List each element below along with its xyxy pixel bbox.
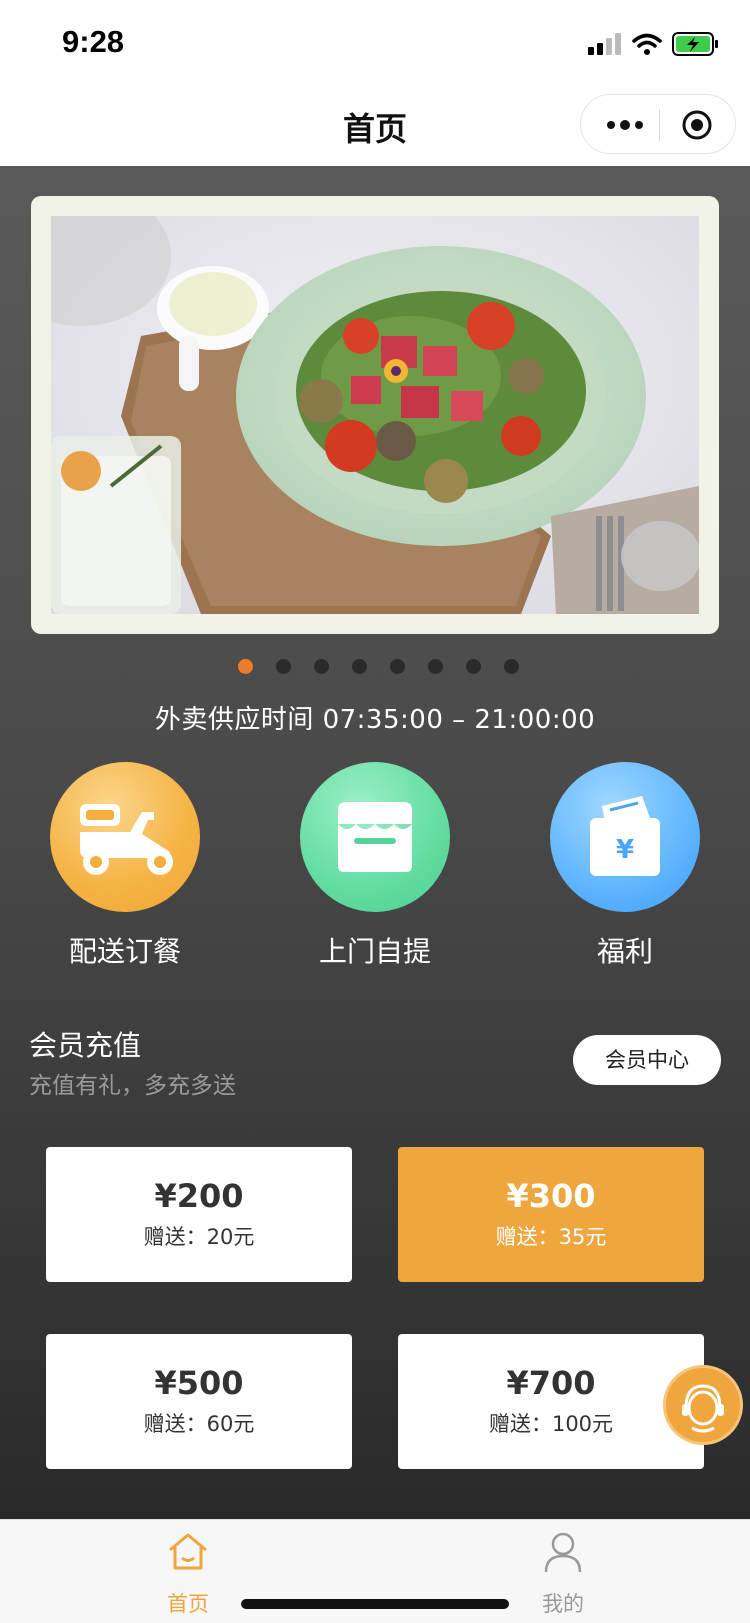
recharge-amount: ¥200 [154, 1177, 244, 1215]
tab-home[interactable]: 首页 [128, 1520, 248, 1623]
home-icon [169, 1533, 207, 1570]
carousel-dot[interactable] [504, 659, 519, 674]
recharge-gift: 赠送：35元 [495, 1225, 607, 1249]
red-envelope-icon: ¥ [590, 796, 660, 876]
carousel-dot[interactable] [352, 659, 367, 674]
tab-mine[interactable]: 我的 [503, 1520, 623, 1623]
carousel-dot[interactable] [314, 659, 329, 674]
wifi-icon [632, 33, 662, 55]
carousel-dot[interactable] [238, 659, 253, 674]
customer-service-icon [682, 1384, 724, 1433]
recharge-card-300[interactable]: ¥300 赠送：35元 [398, 1147, 704, 1282]
recharge-amount: ¥700 [506, 1364, 596, 1402]
pickup-icon-circle [300, 762, 450, 912]
signal-icon [588, 33, 621, 55]
recharge-amount: ¥500 [154, 1364, 244, 1402]
pickup-label: 上门自提 [318, 935, 431, 968]
scooter-icon [80, 804, 173, 875]
recharge-gift: 赠送：20元 [143, 1225, 255, 1249]
battery-icon [672, 32, 718, 56]
nav-bar: 首页 [0, 86, 750, 166]
customer-service-button[interactable] [663, 1365, 743, 1445]
store-icon [338, 802, 412, 872]
tab-mine-label: 我的 [542, 1592, 584, 1616]
status-time: 9:28 [62, 24, 125, 59]
banner-image [51, 216, 699, 614]
recharge-amount: ¥300 [506, 1177, 596, 1215]
close-target-icon[interactable] [681, 109, 713, 141]
pickup-button[interactable]: 上门自提 [300, 762, 450, 972]
tab-home-label: 首页 [167, 1592, 209, 1616]
delivery-label: 配送订餐 [68, 935, 181, 968]
status-icons [588, 28, 720, 60]
member-recharge-title: 会员充值 [29, 1029, 142, 1062]
welfare-button[interactable]: ¥ 福利 [550, 762, 700, 972]
recharge-gift: 赠送：100元 [488, 1412, 614, 1436]
member-center-button[interactable]: 会员中心 [573, 1035, 721, 1085]
carousel-dot[interactable] [276, 659, 291, 674]
mini-program-capsule [580, 94, 736, 154]
welfare-label: 福利 [596, 935, 653, 968]
user-icon [544, 1532, 582, 1573]
main-content: 外卖供应时间 07:35:00 – 21:00:00 配送订餐 上门自提 ¥ 福… [0, 166, 750, 1519]
recharge-gift: 赠送：60元 [143, 1412, 255, 1436]
supply-time-text: 外卖供应时间 07:35:00 – 21:00:00 [154, 705, 596, 735]
more-icon[interactable] [605, 115, 645, 135]
carousel-dot[interactable] [466, 659, 481, 674]
banner-carousel[interactable] [31, 196, 719, 634]
recharge-card-700[interactable]: ¥700 赠送：100元 [398, 1334, 704, 1469]
status-bar: 9:28 [0, 0, 750, 86]
welfare-icon-circle: ¥ [550, 762, 700, 912]
carousel-indicators [0, 659, 750, 675]
svg-text:¥: ¥ [616, 835, 634, 865]
capsule-divider [659, 109, 660, 141]
recharge-card-500[interactable]: ¥500 赠送：60元 [46, 1334, 352, 1469]
delivery-order-button[interactable]: 配送订餐 [50, 762, 200, 972]
carousel-dot[interactable] [390, 659, 405, 674]
member-recharge-subtitle: 充值有礼，多充多送 [29, 1073, 236, 1099]
home-indicator [241, 1599, 509, 1609]
delivery-icon-circle [50, 762, 200, 912]
carousel-dot[interactable] [428, 659, 443, 674]
recharge-card-200[interactable]: ¥200 赠送：20元 [46, 1147, 352, 1282]
